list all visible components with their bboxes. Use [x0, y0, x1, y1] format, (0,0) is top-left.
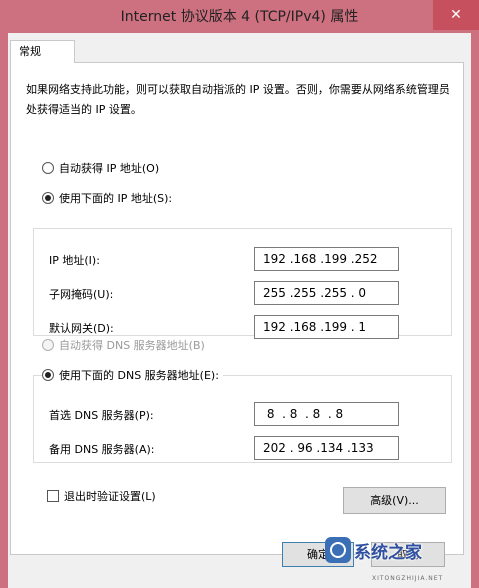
tab-panel-general: 如果网络支持此功能，则可以获取自动指派的 IP 设置。否则，你需要从网络系统管理…: [10, 62, 464, 555]
validate-on-exit-option[interactable]: 退出时验证设置(L): [47, 488, 156, 504]
ip-auto-radio[interactable]: [42, 162, 54, 174]
description-text: 如果网络支持此功能，则可以获取自动指派的 IP 设置。否则，你需要从网络系统管理…: [26, 83, 450, 116]
watermark-text: 系统之家: [354, 542, 422, 563]
ip-manual-label: 使用下面的 IP 地址(S):: [59, 192, 173, 205]
site-watermark: 系统之家: [325, 537, 422, 563]
ip-manual-option[interactable]: 使用下面的 IP 地址(S):: [42, 190, 177, 206]
dns-auto-option[interactable]: 自动获得 DNS 服务器地址(B): [42, 337, 205, 353]
alternate-dns-label: 备用 DNS 服务器(A):: [49, 443, 155, 456]
dns-manual-radio[interactable]: [42, 369, 54, 381]
dns-manual-option[interactable]: 使用下面的 DNS 服务器地址(E):: [42, 367, 223, 383]
alternate-dns-field[interactable]: 202 . 96 .134 .133: [254, 436, 399, 460]
default-gateway-field[interactable]: 192 .168 .199 . 1: [254, 315, 399, 339]
ip-settings-group: IP 地址(I): 192 .168 .199 .252 子网掩码(U): 25…: [33, 228, 452, 339]
default-gateway-label: 默认网关(D):: [49, 322, 114, 335]
close-button[interactable]: ✕: [433, 0, 479, 30]
windows-logo-icon: [325, 537, 351, 563]
validate-on-exit-label: 退出时验证设置(L): [64, 490, 156, 503]
ip-auto-option[interactable]: 自动获得 IP 地址(O): [42, 160, 159, 176]
preferred-dns-field[interactable]: 8 . 8 . 8 . 8: [254, 402, 399, 426]
dns-manual-label: 使用下面的 DNS 服务器地址(E):: [59, 369, 219, 382]
close-icon: ✕: [450, 7, 462, 23]
ip-address-label: IP 地址(I):: [49, 254, 100, 267]
title-bar[interactable]: Internet 协议版本 4 (TCP/IPv4) 属性 ✕: [0, 0, 479, 33]
dialog-body: 常规 如果网络支持此功能，则可以获取自动指派的 IP 设置。否则，你需要从网络系…: [8, 33, 471, 588]
ip-address-field[interactable]: 192 .168 .199 .252: [254, 247, 399, 271]
tab-general[interactable]: 常规: [10, 40, 75, 63]
watermark-subtext: XITONGZHIJIA.NET: [372, 575, 444, 582]
preferred-dns-label: 首选 DNS 服务器(P):: [49, 409, 154, 422]
validate-on-exit-checkbox[interactable]: [47, 490, 59, 502]
ip-manual-radio[interactable]: [42, 192, 54, 204]
dns-settings-group: 首选 DNS 服务器(P): 8 . 8 . 8 . 8 备用 DNS 服务器(…: [33, 375, 452, 463]
subnet-mask-field[interactable]: 255 .255 .255 . 0: [254, 281, 399, 305]
dns-auto-radio[interactable]: [42, 339, 54, 351]
advanced-button[interactable]: 高级(V)...: [343, 487, 446, 514]
ip-auto-label: 自动获得 IP 地址(O): [59, 162, 160, 175]
subnet-mask-label: 子网掩码(U):: [49, 288, 114, 301]
window-title: Internet 协议版本 4 (TCP/IPv4) 属性: [120, 9, 359, 25]
dns-auto-label: 自动获得 DNS 服务器地址(B): [59, 339, 205, 352]
